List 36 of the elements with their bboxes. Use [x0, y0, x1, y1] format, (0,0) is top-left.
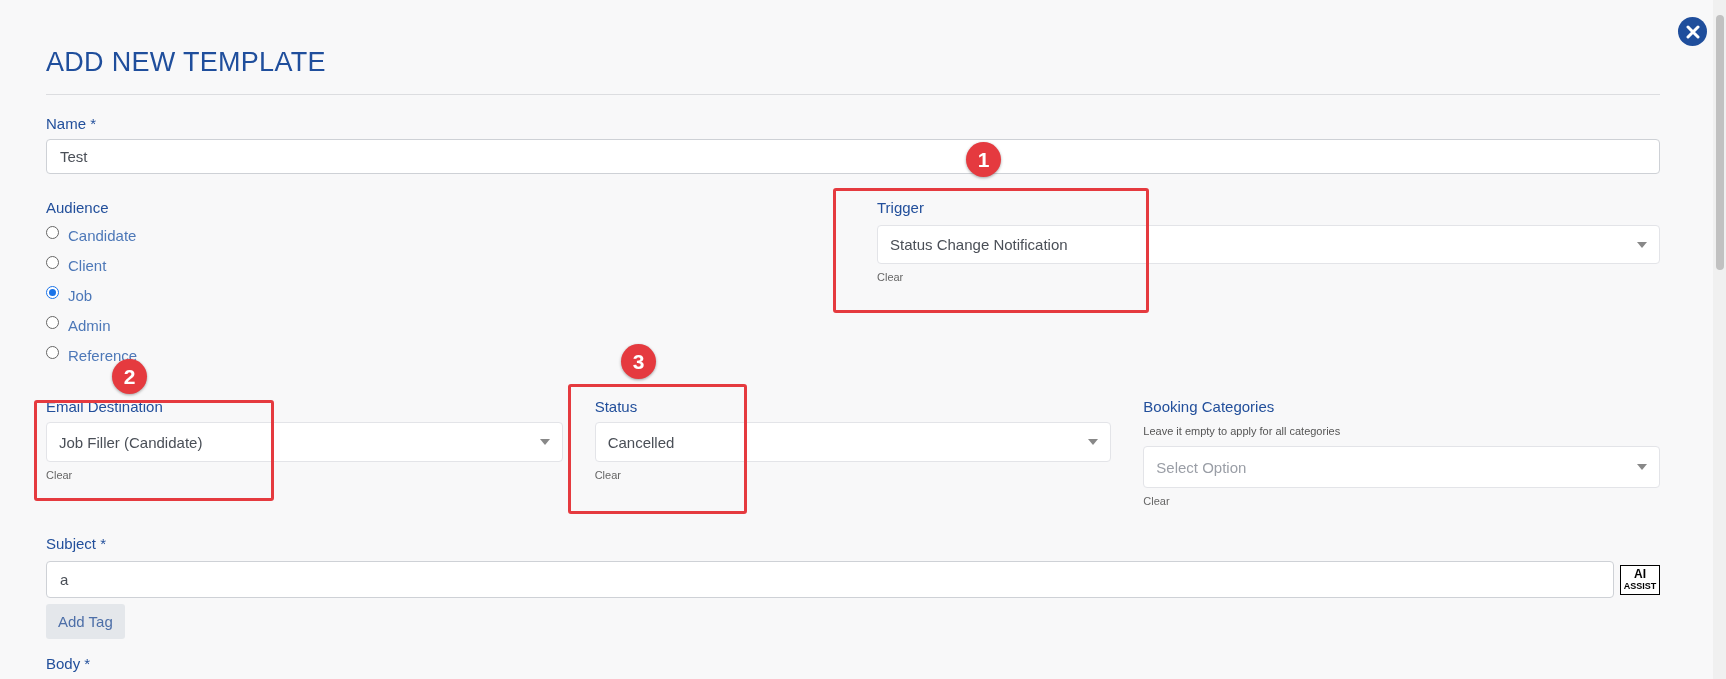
clear-link[interactable]: Clear: [46, 469, 73, 481]
audience-option[interactable]: Client: [46, 250, 107, 280]
radio-button[interactable]: [46, 225, 59, 239]
audience-option[interactable]: Job: [46, 280, 93, 310]
field-label: Booking Categories: [1143, 397, 1275, 417]
trigger-select[interactable]: Status Change Notification: [877, 225, 1660, 264]
dropdown-select[interactable]: Job Filler (Candidate): [46, 422, 563, 462]
ai-assist-button[interactable]: AI ASSIST: [1620, 564, 1660, 595]
dropdown-caret-icon: [1637, 241, 1647, 248]
dropdown-caret-icon: [539, 439, 550, 445]
radio-button[interactable]: [46, 345, 59, 359]
dropdown-select[interactable]: Cancelled: [594, 422, 1112, 462]
field-label: Status: [594, 397, 638, 417]
clear-link[interactable]: Clear: [1143, 495, 1170, 507]
radio-button[interactable]: [46, 285, 59, 299]
field-label: Body *: [46, 654, 91, 674]
field-label: Trigger: [877, 198, 924, 218]
field-label: Subject *: [46, 534, 107, 554]
scrollbar[interactable]: [1713, 0, 1726, 679]
clear-link[interactable]: Clear: [877, 271, 904, 283]
clear-link[interactable]: Clear: [594, 469, 621, 481]
subject-input[interactable]: a: [46, 561, 1614, 598]
close-icon: [1685, 24, 1700, 39]
field-label: Name *: [46, 114, 97, 134]
dropdown-caret-icon: [1637, 464, 1647, 470]
dropdown-caret-icon: [1088, 439, 1099, 445]
dialog-title: ADD NEW TEMPLATE: [46, 46, 327, 79]
close-button[interactable]: [1678, 17, 1707, 46]
radio-button[interactable]: [46, 315, 59, 329]
audience-option[interactable]: Candidate: [46, 220, 137, 250]
add-tag-button[interactable]: Add Tag: [46, 604, 125, 639]
field-label: Audience: [46, 198, 109, 218]
radio-button[interactable]: [46, 255, 59, 269]
step-number-badge: 3: [621, 344, 656, 379]
audience-option[interactable]: Admin: [46, 310, 111, 340]
field-hint: Leave it empty to apply for all categories: [1143, 425, 1342, 437]
